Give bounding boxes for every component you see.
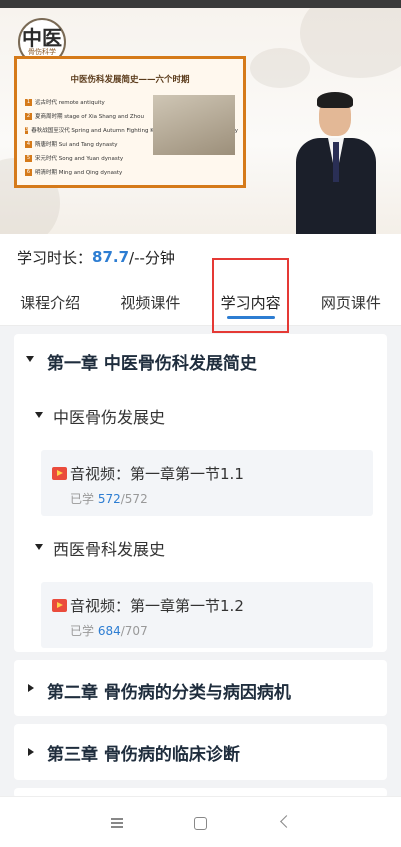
progress-done: 684 (97, 624, 121, 638)
chapter-title: 第三章 骨伤病的临床诊断 (47, 745, 240, 765)
tab-label: 网页课件 (320, 294, 381, 312)
study-time-label: 学习时长： (17, 248, 93, 267)
lesson-title: 音视频：第一章第一节1.2 (70, 597, 244, 615)
section-header[interactable]: 中医骨伤发展史 (14, 396, 387, 432)
expand-triangle-icon (28, 748, 34, 756)
slide-list: 1 远古时代 remote antiquity 2 夏商周时期 stage of X… (25, 95, 238, 179)
slide-item-number: 1 (25, 98, 32, 106)
tab-bar: 课程介绍 视频课件 学习内容 网页课件 (0, 280, 401, 326)
lecture-slide: 中医伤科发展简史——六个时期 1 远古时代 remote antiquity 2夏… (14, 56, 246, 188)
collapse-triangle-icon (35, 544, 43, 550)
video-player[interactable]: 中医 骨伤科学 中医伤科发展简史——六个时期 1 远古时代 remote anti… (0, 8, 401, 234)
slide-item-text: 远古时代 remote antiquity (35, 100, 105, 106)
section-title: 西医骨科发展史 (53, 540, 166, 559)
chapter-title: 第二章 骨伤病的分类与病因病机 (47, 683, 291, 703)
logo-main-text: 中医 (22, 26, 62, 50)
study-content-list: 第一章 中医骨伤科发展简史 中医骨伤发展史 音视频：第一章第一节1.1 已学 5… (0, 326, 401, 798)
collapse-triangle-icon (35, 412, 43, 418)
collapse-triangle-icon (26, 356, 34, 362)
slide-title: 中医伤科发展简史——六个时期 (70, 75, 190, 85)
tab-video-courseware[interactable]: 视频课件 (100, 280, 200, 325)
lecturer-image (290, 92, 382, 234)
slide-painting-image (153, 95, 235, 155)
tab-web-courseware[interactable]: 网页课件 (301, 280, 401, 325)
section-title: 中医骨伤发展史 (53, 408, 166, 427)
slide-item: 6 明清时期 Ming and Qing dynasty (25, 165, 155, 179)
back-icon[interactable] (280, 815, 293, 828)
home-icon[interactable] (194, 817, 207, 830)
slide-item-number: 4 (25, 140, 32, 148)
progress-done: 572 (97, 492, 121, 506)
logo-sub-text: 骨伤科学 (28, 48, 56, 56)
expand-triangle-icon (28, 684, 34, 692)
chapter-header[interactable]: 第一章 中医骨伤科发展简史 (14, 334, 387, 384)
progress-total: /707 (120, 624, 148, 638)
lesson-item[interactable]: 音视频：第一章第一节1.2 已学 684/707 (41, 582, 373, 648)
chapter-card[interactable]: 第二章 骨伤病的分类与病因病机 (14, 660, 387, 716)
study-time: 学习时长： 87.7 /--分钟 (0, 234, 401, 280)
slide-item-text: 隋唐时期 Sui and Tang dynasty (35, 142, 118, 148)
status-bar (0, 0, 401, 8)
tab-course-intro[interactable]: 课程介绍 (0, 280, 100, 325)
tab-label: 学习内容 (220, 294, 281, 312)
active-tab-indicator (226, 316, 275, 319)
tab-study-content[interactable]: 学习内容 (201, 280, 301, 325)
slide-item-text: 夏商周时期 stage of Xia Shang and Zhou (35, 114, 145, 120)
chapter-card[interactable]: 第三章 骨伤病的临床诊断 (14, 724, 387, 780)
slide-item: 3 春秋战国至汉代 Spring and Autumn Fighting King… (25, 123, 238, 137)
slide-item: 4 隋唐时期 Sui and Tang dynasty (25, 137, 155, 151)
progress-label: 已学 (70, 492, 95, 506)
tab-label: 视频课件 (120, 294, 181, 312)
lesson-item[interactable]: 音视频：第一章第一节1.1 已学 572/572 (41, 450, 373, 516)
progress-total: /572 (120, 492, 148, 506)
slide-item-number: 6 (25, 168, 32, 176)
progress-label: 已学 (70, 624, 95, 638)
lesson-title: 音视频：第一章第一节1.1 (70, 465, 244, 483)
system-nav-bar (0, 796, 401, 847)
lesson-progress: 已学 684/707 (70, 622, 148, 639)
video-icon (52, 599, 67, 612)
slide-item-number: 3 (25, 126, 29, 134)
video-icon (52, 467, 67, 480)
slide-item-number: 5 (25, 154, 32, 162)
slide-item-text: 明清时期 Ming and Qing dynasty (35, 170, 123, 176)
chapter-title: 第一章 中医骨伤科发展简史 (47, 354, 257, 374)
tab-label: 课程介绍 (20, 294, 81, 312)
section-header[interactable]: 西医骨科发展史 (14, 528, 387, 564)
study-time-suffix: /--分钟 (129, 248, 175, 267)
slide-item-number: 2 (25, 112, 32, 120)
slide-item: 1 远古时代 remote antiquity (25, 95, 155, 109)
study-time-value: 87.7 (92, 248, 130, 266)
chapter-card: 第一章 中医骨伤科发展简史 中医骨伤发展史 音视频：第一章第一节1.1 已学 5… (14, 334, 387, 652)
menu-icon[interactable] (111, 818, 123, 828)
lesson-progress: 已学 572/572 (70, 490, 148, 507)
slide-item: 5 宋元时代 Song and Yuan dynasty (25, 151, 155, 165)
slide-item: 2 夏商周时期 stage of Xia Shang and Zhou (25, 109, 155, 123)
slide-item-text: 宋元时代 Song and Yuan dynasty (35, 156, 124, 162)
